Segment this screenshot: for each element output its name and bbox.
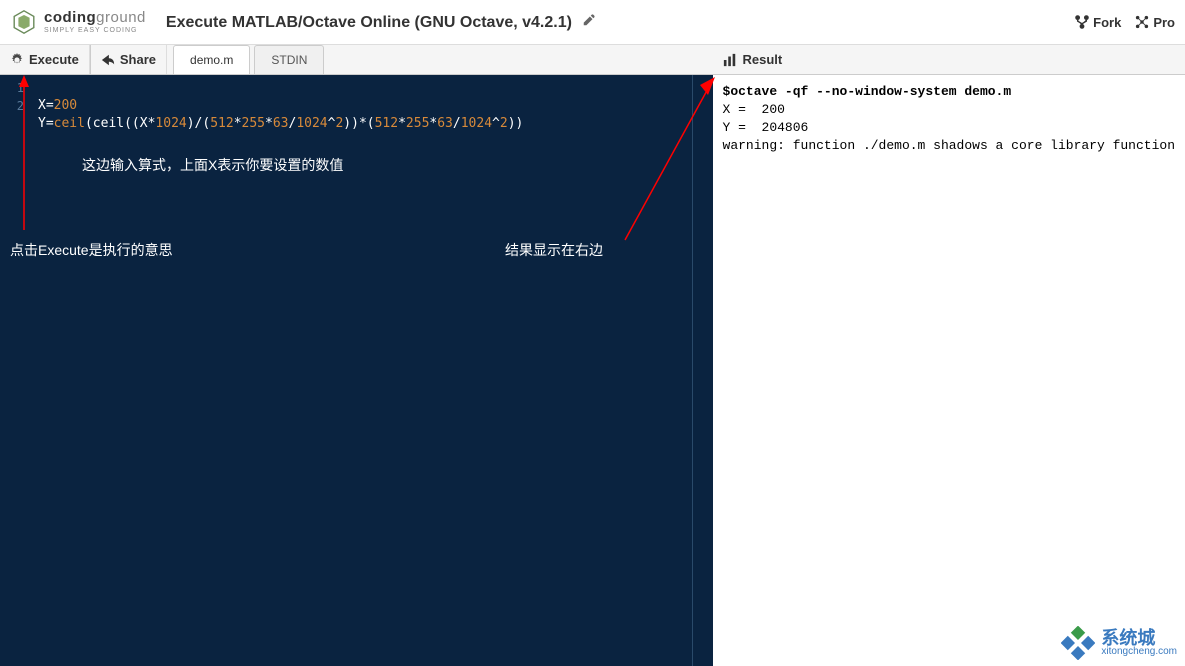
share-icon bbox=[101, 53, 115, 67]
main: 1 2 X=200 Y=ceil(ceil((X*1024)/(512*255*… bbox=[0, 75, 1185, 666]
watermark-url: xitongcheng.com bbox=[1101, 647, 1177, 657]
result-output: $octave -qf --no-window-system demo.m X … bbox=[713, 75, 1185, 163]
execute-button[interactable]: Execute bbox=[0, 45, 90, 74]
fork-icon bbox=[1075, 15, 1089, 29]
arrow-to-result-icon bbox=[620, 75, 720, 245]
result-title: Result bbox=[743, 52, 783, 67]
watermark-icon bbox=[1061, 626, 1095, 660]
logo[interactable]: codingground SIMPLY EASY CODING bbox=[10, 8, 146, 36]
line-number: 1 bbox=[0, 79, 24, 97]
code-content: X=200 Y=ceil(ceil((X*1024)/(512*255*63/1… bbox=[38, 79, 523, 133]
result-warning: warning: function ./demo.m shadows a cor… bbox=[723, 138, 1175, 153]
fork-button[interactable]: Fork bbox=[1075, 15, 1121, 30]
tab-demo[interactable]: demo.m bbox=[173, 45, 250, 74]
fork-label: Fork bbox=[1093, 15, 1121, 30]
result-pane: Result $octave -qf --no-window-system de… bbox=[713, 75, 1185, 666]
result-icon bbox=[723, 53, 737, 67]
watermark: 系统城 xitongcheng.com bbox=[1061, 626, 1177, 660]
editor-margin-line bbox=[692, 75, 693, 666]
edit-title-icon[interactable] bbox=[582, 14, 596, 31]
share-button[interactable]: Share bbox=[90, 45, 167, 74]
watermark-title: 系统城 bbox=[1101, 629, 1177, 647]
logo-icon bbox=[10, 8, 38, 36]
editor-tabs: demo.m STDIN bbox=[173, 45, 328, 74]
logo-tagline: SIMPLY EASY CODING bbox=[44, 27, 146, 34]
annotation-input-hint: 这边输入算式，上面X表示你要设置的数值 bbox=[82, 155, 343, 175]
page-title: Execute MATLAB/Octave Online (GNU Octave… bbox=[166, 13, 1075, 32]
tab-stdin[interactable]: STDIN bbox=[254, 45, 324, 74]
result-line: X = 200 bbox=[723, 102, 785, 117]
gear-icon bbox=[10, 53, 24, 67]
result-line: Y = 204806 bbox=[723, 120, 809, 135]
execute-label: Execute bbox=[29, 52, 79, 67]
pro-label: Pro bbox=[1153, 15, 1175, 30]
logo-text-a: coding bbox=[44, 9, 96, 26]
annotation-result-hint: 结果显示在右边 bbox=[505, 240, 603, 260]
page-title-text: Execute MATLAB/Octave Online (GNU Octave… bbox=[166, 14, 572, 31]
code-editor[interactable]: 1 2 X=200 Y=ceil(ceil((X*1024)/(512*255*… bbox=[0, 75, 713, 666]
share-label: Share bbox=[120, 52, 156, 67]
annotation-execute-hint: 点击Execute是执行的意思 bbox=[10, 240, 173, 260]
line-gutter: 1 2 bbox=[0, 75, 30, 115]
result-header: Result bbox=[713, 45, 1185, 75]
result-command: $octave -qf --no-window-system demo.m bbox=[723, 84, 1012, 99]
pro-icon bbox=[1135, 15, 1149, 29]
logo-text-b: ground bbox=[96, 9, 146, 26]
header: codingground SIMPLY EASY CODING Execute … bbox=[0, 0, 1185, 45]
pro-button[interactable]: Pro bbox=[1135, 15, 1175, 30]
line-number: 2 bbox=[0, 97, 24, 115]
